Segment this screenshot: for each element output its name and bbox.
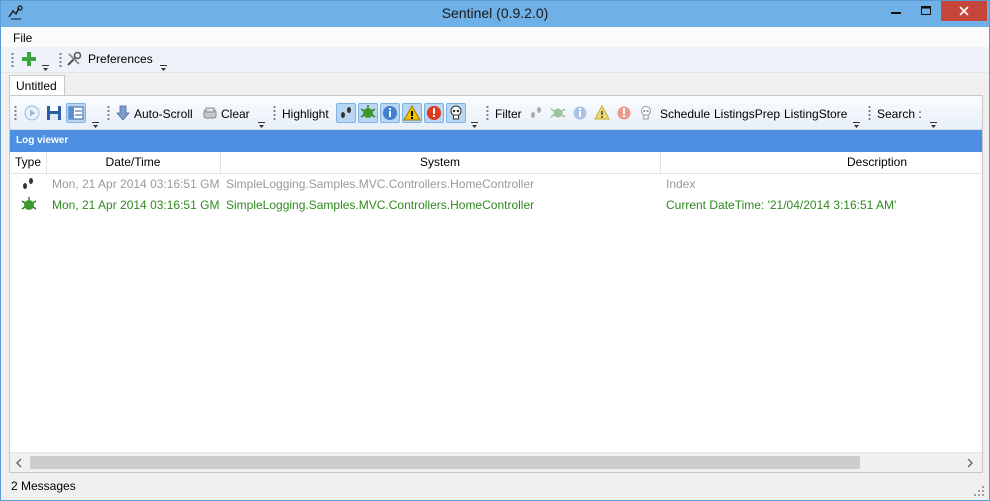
window-title: Sentinel (0.9.2.0) [441, 5, 549, 21]
highlight-error-toggle[interactable] [424, 103, 444, 123]
document-area: Auto-Scroll Clear Highlight Filter Sched… [9, 95, 983, 473]
resize-grip-icon[interactable] [973, 485, 985, 500]
main-toolbar: Preferences [1, 47, 989, 73]
preferences-button-icon[interactable] [66, 51, 82, 67]
toolbar-grip[interactable] [11, 52, 14, 68]
row-datetime: Mon, 21 Apr 2014 03:16:51 GM [52, 198, 220, 212]
row-system: SimpleLogging.Samples.MVC.Controllers.Ho… [226, 198, 535, 212]
highlight-warning-toggle[interactable] [402, 103, 422, 123]
title-bar[interactable]: Sentinel (0.9.2.0) [1, 1, 989, 27]
pause-button[interactable] [24, 105, 40, 121]
filter-warning-toggle[interactable] [594, 104, 610, 121]
app-window: Sentinel (0.9.2.0) File Preferences Unti… [0, 0, 990, 501]
filter-label: Filter [495, 107, 522, 121]
menu-bar: File [1, 27, 989, 47]
filter-info-toggle[interactable] [550, 105, 566, 121]
filter-fatal-toggle[interactable] [638, 105, 654, 121]
clear-icon[interactable] [202, 105, 218, 121]
layout-button[interactable] [66, 103, 86, 123]
filter-listing-store[interactable]: ListingStore [784, 107, 847, 121]
toolbar-grip[interactable] [486, 105, 489, 121]
layout-icon [68, 106, 84, 120]
scrollbar-thumb[interactable] [30, 456, 860, 469]
clear-dropdown-arrow-icon[interactable] [258, 118, 265, 128]
column-header-datetime[interactable]: Date/Time [46, 155, 220, 169]
save-icon [47, 106, 61, 120]
close-button[interactable] [941, 1, 987, 21]
plus-icon [22, 52, 36, 66]
filter-debug-toggle[interactable] [528, 105, 544, 121]
info-icon [383, 106, 397, 120]
highlight-dropdown-arrow-icon[interactable] [471, 118, 478, 128]
auto-scroll-icon[interactable] [115, 105, 131, 121]
footprints-icon [531, 107, 541, 118]
log-viewer-header: Log viewer [10, 130, 982, 152]
highlight-debug-toggle[interactable] [336, 103, 356, 123]
scroll-right-icon[interactable] [966, 457, 974, 471]
row-description: Current DateTime: '21/04/2014 3:16:51 AM… [666, 198, 897, 212]
highlight-fatal-toggle[interactable] [446, 103, 466, 123]
bug-icon [360, 105, 376, 118]
horizontal-scrollbar[interactable] [10, 452, 982, 472]
filter-listings-prep[interactable]: ListingsPrep [714, 107, 780, 121]
close-icon [959, 6, 969, 16]
highlight-info-toggle[interactable] [358, 103, 378, 123]
column-header-description[interactable]: Description [660, 155, 990, 169]
toolbar-grip[interactable] [14, 105, 17, 121]
save-button[interactable] [46, 105, 62, 121]
log-grid: Type Date/Time System Description Mon, 2… [10, 152, 982, 452]
info-bug-icon [20, 196, 38, 217]
filter-error-toggle[interactable] [616, 105, 632, 121]
row-system: SimpleLogging.Samples.MVC.Controllers.Ho… [226, 177, 535, 191]
filter-dropdown-arrow-icon[interactable] [853, 118, 860, 128]
column-header-type[interactable]: Type [10, 155, 46, 169]
preferences-button[interactable]: Preferences [88, 52, 153, 66]
skull-icon [641, 106, 651, 120]
menu-file[interactable]: File [13, 31, 32, 45]
footprints-icon [341, 107, 351, 118]
search-label[interactable]: Search : [877, 107, 922, 121]
minimize-button[interactable] [881, 1, 911, 21]
search-dropdown-arrow-icon[interactable] [930, 118, 937, 128]
row-description: Index [666, 177, 696, 191]
scroll-left-icon[interactable] [15, 457, 23, 471]
clear-button[interactable]: Clear [221, 107, 250, 121]
filter-information-toggle[interactable] [572, 105, 588, 121]
toolbar-grip[interactable] [59, 52, 62, 68]
log-toolbar: Auto-Scroll Clear Highlight Filter Sched… [10, 96, 982, 130]
row-datetime: Mon, 21 Apr 2014 03:16:51 GM [52, 177, 220, 191]
warning-icon [594, 104, 610, 120]
highlight-information-toggle[interactable] [380, 103, 400, 123]
status-bar: 2 Messages [1, 475, 989, 500]
toolbar-grip[interactable] [273, 105, 276, 121]
toolbar-grip[interactable] [868, 105, 871, 121]
debug-footprints-icon [20, 176, 36, 195]
layout-dropdown-arrow-icon[interactable] [92, 118, 99, 128]
auto-scroll-button[interactable]: Auto-Scroll [134, 107, 193, 121]
preferences-dropdown-arrow-icon[interactable] [160, 61, 167, 71]
warning-icon [403, 104, 421, 121]
tab-untitled[interactable]: Untitled [9, 75, 65, 97]
column-header-system[interactable]: System [220, 155, 660, 169]
maximize-icon [921, 6, 931, 15]
tab-strip: Untitled [1, 73, 989, 97]
filter-schedule[interactable]: Schedule [660, 107, 710, 121]
table-row[interactable]: Mon, 21 Apr 2014 03:16:51 GM SimpleLoggi… [10, 174, 982, 194]
error-icon [427, 106, 441, 120]
info-icon [573, 106, 587, 120]
bug-icon [550, 108, 566, 118]
add-tab-button[interactable] [21, 51, 37, 67]
tools-icon [67, 51, 82, 66]
error-icon [617, 106, 631, 120]
column-header-row: Type Date/Time System Description [10, 152, 982, 174]
minimize-icon [891, 12, 901, 14]
toolbar-grip[interactable] [107, 105, 110, 121]
message-count: 2 Messages [11, 479, 76, 493]
highlight-label: Highlight [282, 107, 329, 121]
add-dropdown-arrow-icon[interactable] [42, 61, 49, 71]
maximize-button[interactable] [911, 1, 941, 21]
skull-icon [450, 105, 462, 120]
play-circle-icon [24, 105, 40, 121]
table-row[interactable]: Mon, 21 Apr 2014 03:16:51 GM SimpleLoggi… [10, 195, 982, 215]
